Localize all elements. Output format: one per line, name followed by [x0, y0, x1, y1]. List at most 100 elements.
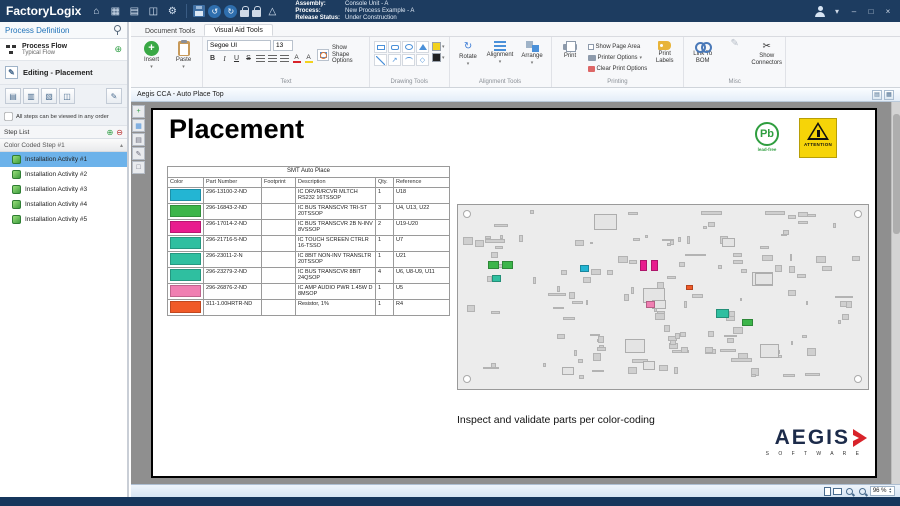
highlight-color-swatch — [305, 61, 313, 63]
align-center-button[interactable] — [267, 53, 278, 64]
parts-table-container[interactable]: SMT Auto Place ColorPart NumberFootprint… — [167, 166, 449, 316]
pcb-part — [751, 374, 756, 377]
dashboard-icon[interactable]: ▦ — [107, 3, 123, 19]
process-flow-item[interactable]: Process Flow Typical Flow ⊕ — [0, 39, 127, 61]
pcb-part — [483, 367, 499, 370]
visual-aid-page[interactable]: Placement Pb lead-free ATTENTION SMT Aut… — [151, 108, 877, 478]
zoom-spinner[interactable]: ▲▼ — [889, 488, 892, 495]
rotate-button[interactable]: ↻ Rotate ▾ — [454, 39, 483, 66]
diamond-tool-button[interactable]: ◇ — [416, 54, 429, 66]
line-tool-button[interactable] — [374, 54, 387, 66]
scrollbar-thumb[interactable] — [893, 114, 900, 234]
add-element-button[interactable]: + — [132, 105, 145, 118]
show-shape-options-button[interactable]: Show Shape Options — [317, 39, 365, 65]
pcb-part — [553, 307, 564, 310]
library-icon[interactable]: ◫ — [145, 3, 161, 19]
arrange-button[interactable]: Arrange ▾ — [518, 39, 547, 65]
pcb-part — [684, 301, 687, 307]
show-connectors-button[interactable]: ✂ Show Connectors — [752, 39, 781, 66]
fit-width-button[interactable] — [833, 488, 842, 495]
triangle-tool-button[interactable] — [416, 41, 429, 53]
italic-button[interactable]: I — [219, 53, 230, 64]
undo-icon[interactable]: ↺ — [208, 5, 221, 18]
template-step-button[interactable]: ▧ — [41, 88, 57, 104]
rectangle-tool-button[interactable] — [374, 41, 387, 53]
workflow-icon[interactable]: △ — [264, 3, 280, 19]
home-icon[interactable]: ⌂ — [88, 3, 104, 19]
alignment-button[interactable]: Alignment ▾ — [486, 39, 515, 64]
step-list-item[interactable]: Installation Activity #2 — [0, 167, 127, 182]
grid-view-button[interactable]: ▦ — [132, 119, 145, 132]
add-step-icon[interactable]: ⊕ — [107, 128, 114, 137]
remove-step-icon[interactable]: ⊖ — [116, 128, 123, 137]
rounded-rectangle-tool-button[interactable] — [388, 41, 401, 53]
align-right-button[interactable] — [279, 53, 290, 64]
zoom-level-control[interactable]: 96 % ▲▼ — [870, 486, 895, 496]
pcb-part — [678, 237, 681, 242]
fit-page-button[interactable] — [824, 487, 831, 496]
table-cell: IC DRVR/RCVR MLTCH RS232 16TSSOP — [296, 188, 376, 204]
import-step-button[interactable]: ◫ — [59, 88, 75, 104]
curve-tool-button[interactable] — [402, 54, 415, 66]
table-cell: 296-23279-2-ND — [204, 268, 262, 284]
tab-visual-aid-tools[interactable]: Visual Aid Tools — [204, 24, 273, 36]
show-page-area-toggle[interactable]: Show Page Area — [588, 42, 648, 52]
zoom-out-icon[interactable] — [844, 486, 855, 497]
pcb-part — [583, 277, 591, 283]
arrow-tool-button[interactable]: ↗ — [388, 54, 401, 66]
layers-button[interactable]: ▤ — [132, 133, 145, 146]
paste-button[interactable]: Paste ▾ — [169, 39, 198, 69]
strikethrough-button[interactable]: S — [243, 53, 254, 64]
copy-step-button[interactable]: ▥ — [23, 88, 39, 104]
save-icon[interactable] — [193, 5, 205, 17]
step-group-header[interactable]: Color Coded Step #1 ▴ — [0, 139, 127, 152]
close-button[interactable]: × — [882, 7, 894, 16]
underline-button[interactable]: U — [231, 53, 242, 64]
user-menu-caret-icon[interactable]: ▾ — [831, 7, 843, 16]
restore-button[interactable]: □ — [865, 7, 877, 16]
font-color-button[interactable]: A — [291, 55, 302, 63]
new-step-button[interactable]: ▤ — [5, 88, 21, 104]
documents-icon[interactable]: ▤ — [126, 3, 142, 19]
settings-gear-icon[interactable]: ⚙ — [164, 3, 180, 19]
edit-step-button[interactable]: ✎ — [106, 88, 122, 104]
ellipse-tool-button[interactable] — [402, 41, 415, 53]
fill-color-button[interactable]: ▾ — [432, 42, 445, 51]
tab-document-tools[interactable]: Document Tools — [136, 26, 204, 36]
link-to-bom-button[interactable]: Link To BOM — [688, 39, 717, 64]
align-left-button[interactable] — [255, 53, 266, 64]
document-canvas[interactable]: + ▦ ▤ ✎ □ Placement Pb lead-free ATTENTI… — [131, 102, 900, 484]
annotate-button[interactable]: ✎ — [132, 147, 145, 160]
zoom-in-icon[interactable] — [857, 486, 868, 497]
context-info: Assembly: Console Unit - A Process: New … — [295, 1, 414, 22]
font-size-input[interactable] — [273, 40, 293, 51]
user-icon[interactable] — [814, 6, 826, 17]
minimize-button[interactable]: – — [848, 7, 860, 16]
select-button[interactable]: □ — [132, 161, 145, 174]
vertical-scrollbar[interactable] — [891, 102, 900, 484]
font-name-input[interactable] — [207, 40, 271, 51]
step-list-item[interactable]: Installation Activity #5 — [0, 212, 127, 227]
print-visual-aid-icon[interactable]: ▦ — [884, 90, 894, 100]
checkout-lock-icon[interactable] — [252, 10, 261, 17]
add-flow-icon[interactable]: ⊕ — [114, 44, 122, 55]
collapse-chevron-icon[interactable]: ▴ — [120, 142, 123, 149]
insert-button[interactable]: + Insert ▾ — [137, 39, 166, 69]
any-order-checkbox[interactable] — [4, 112, 12, 120]
pcb-board[interactable] — [457, 204, 869, 390]
step-list-item[interactable]: Installation Activity #4 — [0, 197, 127, 212]
print-labels-button[interactable]: Print Labels — [650, 39, 679, 64]
highlight-color-button[interactable]: A — [303, 55, 314, 63]
step-list-item[interactable]: Installation Activity #1 — [0, 152, 127, 167]
step-list-item[interactable]: Installation Activity #3 — [0, 182, 127, 197]
print-button[interactable]: Print — [556, 39, 585, 60]
pin-icon[interactable] — [113, 25, 122, 35]
lock-icon[interactable] — [240, 10, 249, 17]
redo-icon[interactable]: ↻ — [224, 5, 237, 18]
bold-button[interactable]: B — [207, 53, 218, 64]
drawing-tools-group: ↗ ◇ ▾ ▾ Drawing Tools — [370, 37, 450, 87]
line-color-button[interactable]: ▾ — [432, 53, 445, 62]
clear-print-options-button[interactable]: Clear Print Options — [588, 64, 648, 74]
save-visual-aid-icon[interactable]: ▤ — [872, 90, 882, 100]
printer-options-button[interactable]: Printer Options ▾ — [588, 53, 648, 63]
